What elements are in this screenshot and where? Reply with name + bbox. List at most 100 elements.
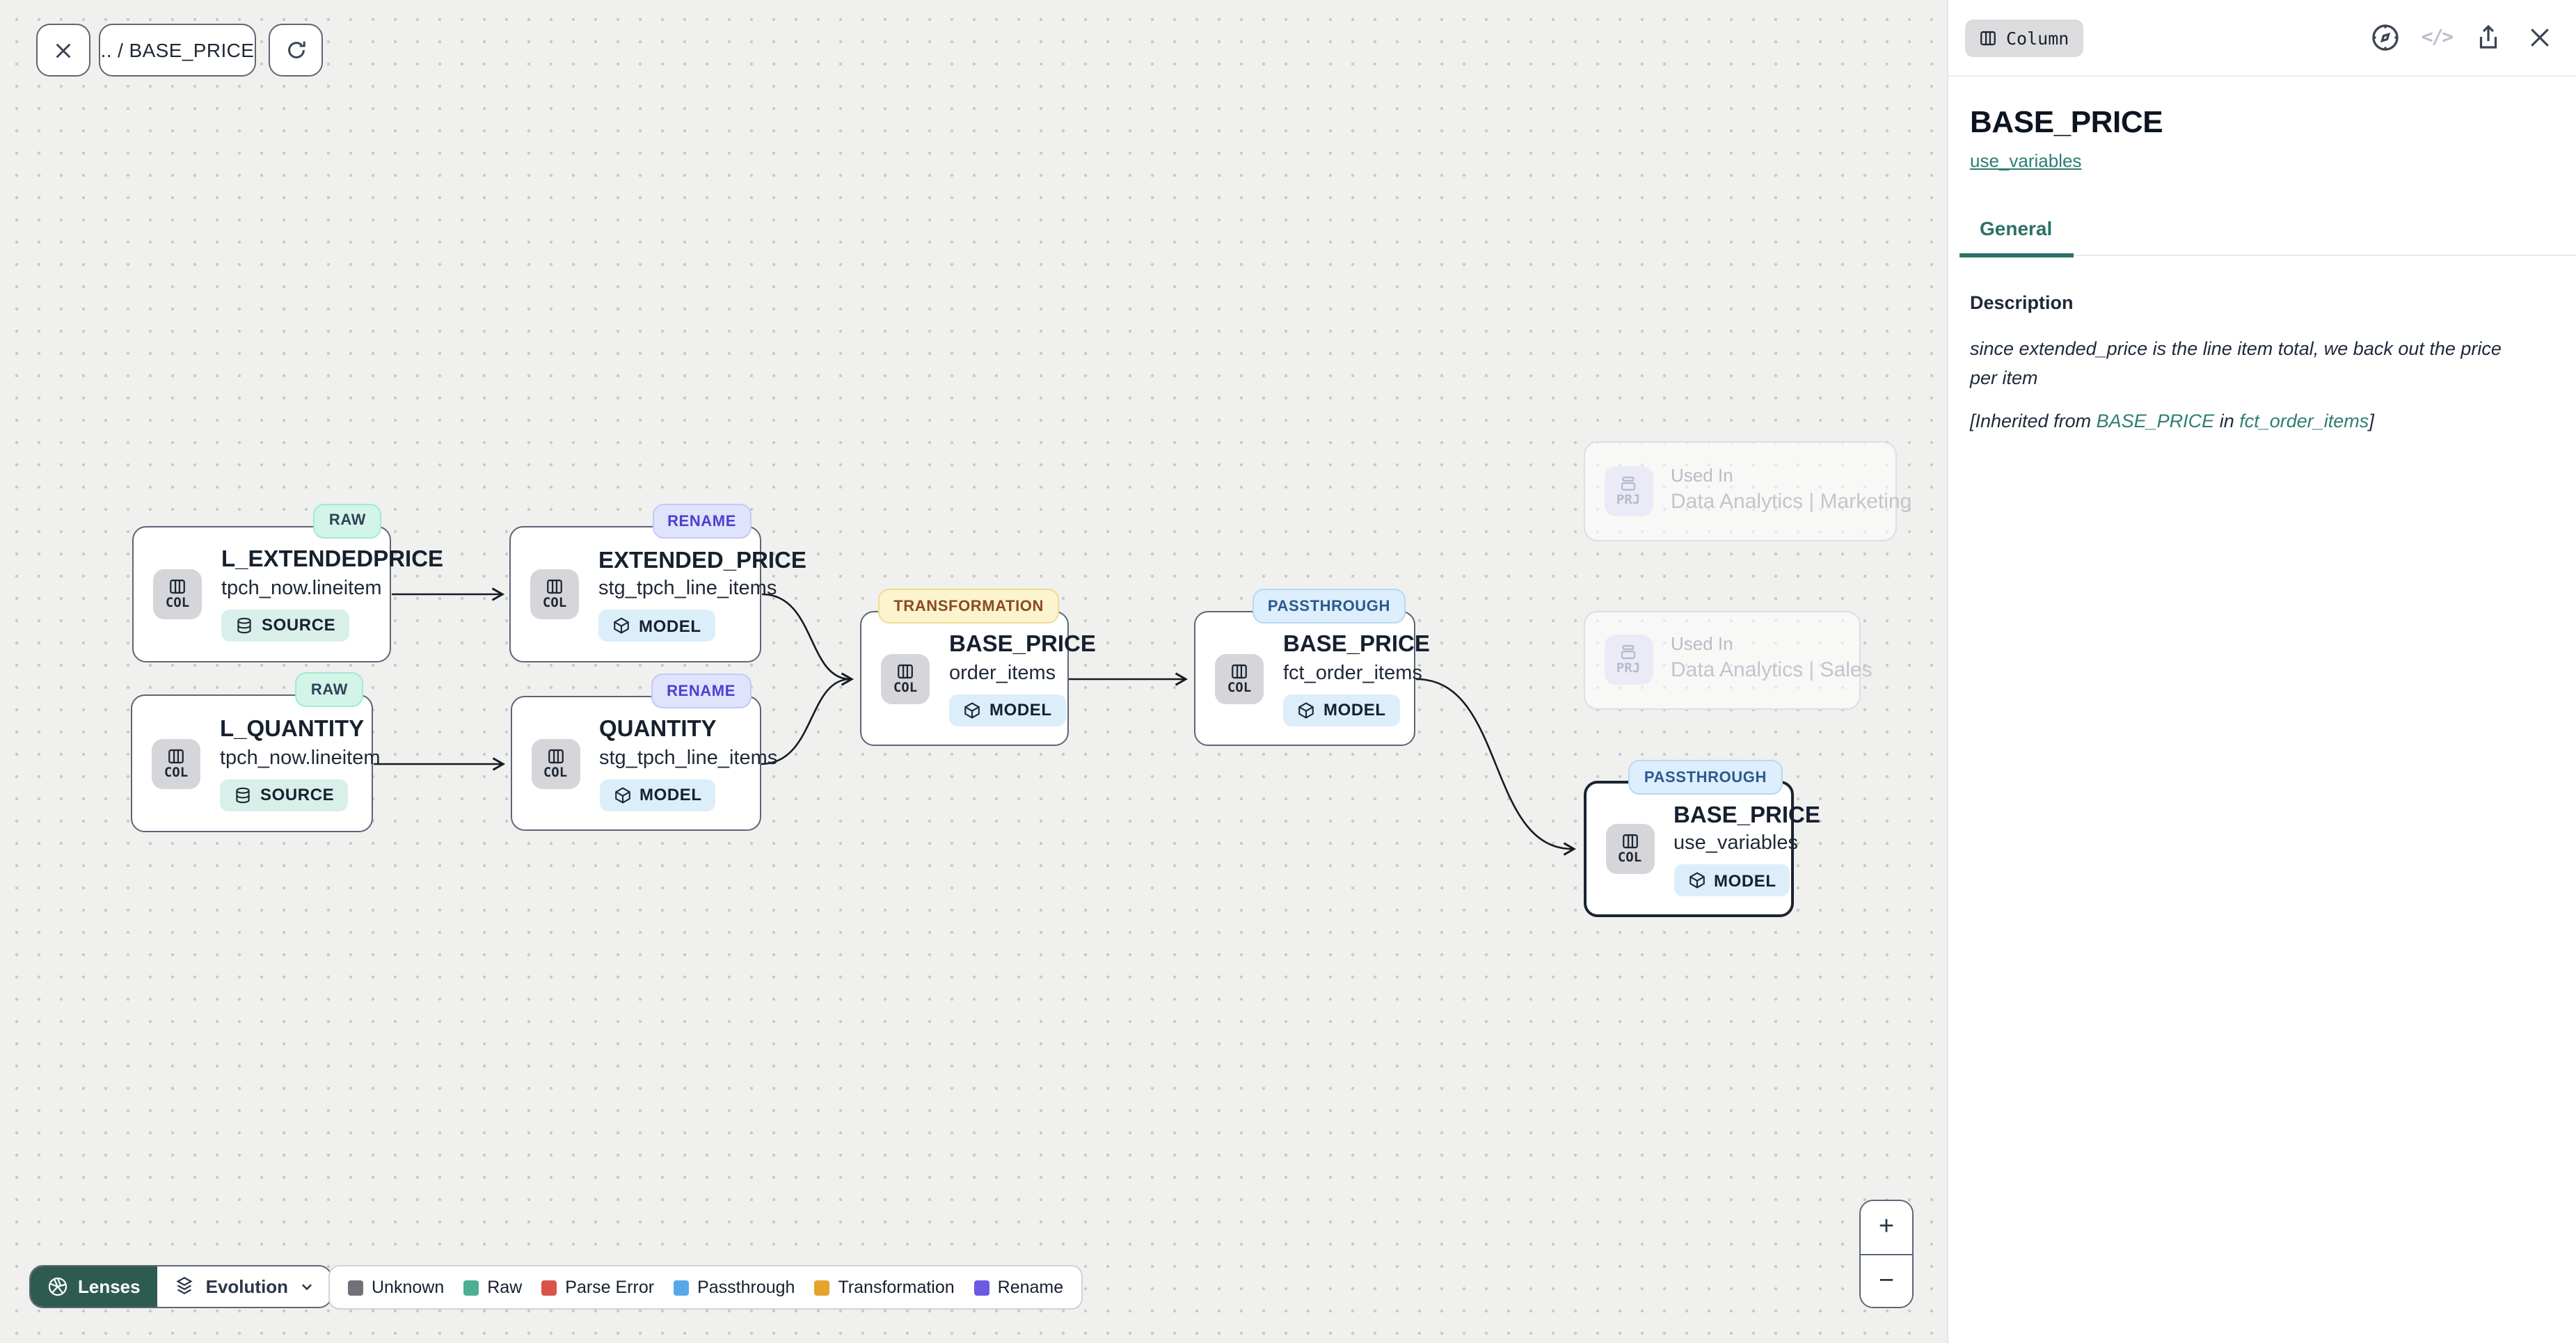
column-type-icon: COL <box>1605 824 1654 874</box>
model-name: stg_tpch_line_items <box>598 577 777 603</box>
close-lineage-button[interactable] <box>36 24 90 77</box>
column-detail-panel: Column </> <box>1946 0 2576 1343</box>
columns-icon <box>167 747 185 765</box>
source-pill: SOURCE <box>221 609 349 641</box>
columns-icon <box>1230 662 1248 681</box>
source-pill: SOURCE <box>220 779 348 811</box>
project-icon <box>1619 644 1638 662</box>
model-name: stg_tpch_line_items <box>599 746 777 772</box>
columns-icon <box>546 578 564 596</box>
zoom-in-button[interactable]: + <box>1861 1201 1912 1255</box>
lineage-node-l-extendedprice[interactable]: RAW COL L_EXTENDEDPRICE tpch_now.lineite… <box>132 525 391 662</box>
columns-icon <box>1978 29 1996 47</box>
cube-icon <box>612 617 630 635</box>
column-type-icon: COL <box>153 569 202 619</box>
model-name: tpch_now.lineitem <box>221 576 382 603</box>
model-name: use_variables <box>1673 832 1798 858</box>
chevron-down-icon <box>299 1279 315 1294</box>
breadcrumb[interactable]: .. / BASE_PRICE <box>99 24 256 77</box>
column-name: BASE_PRICE <box>1283 631 1430 660</box>
lenses-control: Lenses Evolution <box>29 1265 333 1308</box>
inherited-note: [Inherited from BASE_PRICE in fct_order_… <box>1970 411 2527 431</box>
project-type-icon: PRJ <box>1604 635 1653 685</box>
lineage-node-base-price-order-items[interactable]: TRANSFORMATION COL BASE_PRICE order_item… <box>860 611 1069 746</box>
lineage-node-extended-price[interactable]: RENAME COL EXTENDED_PRICE stg_tpch_line_… <box>509 526 761 662</box>
model-link[interactable]: use_variables <box>1970 150 2081 171</box>
column-type-icon: COL <box>531 738 580 788</box>
used-in-label: Used In <box>1671 465 1733 488</box>
legend-swatch <box>674 1280 689 1295</box>
model-name: fct_order_items <box>1283 661 1422 688</box>
lens-select[interactable]: Evolution <box>157 1266 331 1307</box>
evolution-badge: RAW <box>296 672 363 707</box>
evolution-badge: TRANSFORMATION <box>878 589 1059 623</box>
evolution-badge: RENAME <box>651 674 751 708</box>
cube-icon <box>1687 871 1706 889</box>
evolution-legend: Unknown Raw Parse Error Passthrough Tran… <box>328 1265 1083 1310</box>
lineage-node-l-quantity[interactable]: RAW COL L_QUANTITY tpch_now.lineitem SOU… <box>131 694 373 832</box>
column-name: EXTENDED_PRICE <box>598 547 806 575</box>
close-icon <box>53 40 74 61</box>
model-pill: MODEL <box>598 610 715 642</box>
tab-general[interactable]: General <box>1959 205 2073 255</box>
explore-lineage-button[interactable] <box>2369 21 2402 54</box>
panel-tabs: General <box>1959 205 2576 256</box>
column-type-icon: COL <box>152 738 200 788</box>
lenses-label: Lenses <box>78 1276 141 1297</box>
lenses-button[interactable]: Lenses <box>31 1266 157 1307</box>
legend-item: Rename <box>974 1278 1064 1297</box>
aperture-icon <box>47 1276 68 1297</box>
share-icon <box>2474 24 2502 51</box>
column-type-icon: COL <box>881 653 930 704</box>
evolution-badge: PASSTHROUGH <box>1253 589 1406 623</box>
legend-swatch <box>348 1280 363 1295</box>
inherited-column-link[interactable]: BASE_PRICE <box>2097 411 2215 431</box>
column-name: QUANTITY <box>599 716 717 745</box>
model-pill: MODEL <box>1673 864 1790 896</box>
column-name: BASE_PRICE <box>949 631 1096 660</box>
lineage-node-base-price-fct-order-items[interactable]: PASSTHROUGH COL BASE_PRICE fct_order_ite… <box>1194 611 1415 746</box>
close-icon <box>2527 25 2552 50</box>
cube-icon <box>1297 701 1315 719</box>
model-pill: MODEL <box>949 694 1066 726</box>
share-button[interactable] <box>2472 21 2505 54</box>
model-name: tpch_now.lineitem <box>220 746 381 772</box>
layers-icon <box>174 1276 195 1297</box>
model-pill: MODEL <box>599 779 716 811</box>
code-icon: </> <box>2422 26 2453 49</box>
lineage-node-quantity[interactable]: RENAME COL QUANTITY stg_tpch_line_items … <box>510 696 761 831</box>
columns-icon <box>546 747 564 765</box>
cube-icon <box>613 786 631 804</box>
model-name: order_items <box>949 661 1056 688</box>
columns-icon <box>168 578 186 596</box>
used-in-label: Used In <box>1671 634 1733 658</box>
evolution-badge: RAW <box>314 503 381 538</box>
lineage-node-base-price-use-variables-selected[interactable]: PASSTHROUGH COL BASE_PRICE use_variables… <box>1583 781 1793 917</box>
legend-item: Passthrough <box>674 1278 795 1297</box>
used-in-project: Data Analytics | Marketing <box>1671 488 1911 517</box>
column-type-icon: COL <box>530 569 579 619</box>
column-name: BASE_PRICE <box>1673 802 1820 830</box>
view-code-button[interactable]: </> <box>2420 21 2454 54</box>
model-pill: MODEL <box>1283 694 1400 726</box>
panel-header: Column </> <box>1948 0 2576 77</box>
refresh-button[interactable] <box>269 24 323 77</box>
columns-icon <box>896 662 914 681</box>
zoom-controls: + − <box>1859 1200 1914 1308</box>
evolution-badge: PASSTHROUGH <box>1629 760 1782 795</box>
database-icon <box>234 786 252 804</box>
zoom-out-button[interactable]: − <box>1861 1255 1912 1307</box>
legend-item: Parse Error <box>541 1278 654 1297</box>
project-icon <box>1619 475 1638 493</box>
evolution-badge: RENAME <box>652 504 752 539</box>
column-name: L_QUANTITY <box>220 716 364 745</box>
legend-item: Transformation <box>814 1278 954 1297</box>
column-name: L_EXTENDEDPRICE <box>221 546 443 575</box>
legend-item: Raw <box>463 1278 522 1297</box>
inherited-model-link[interactable]: fct_order_items <box>2239 411 2369 431</box>
close-panel-button[interactable] <box>2523 21 2557 54</box>
compass-icon <box>2370 22 2401 53</box>
legend-swatch <box>541 1280 557 1295</box>
used-in-node-sales[interactable]: PRJ Used In Data Analytics | Sales <box>1583 610 1860 709</box>
used-in-node-marketing[interactable]: PRJ Used In Data Analytics | Marketing <box>1583 440 1896 541</box>
